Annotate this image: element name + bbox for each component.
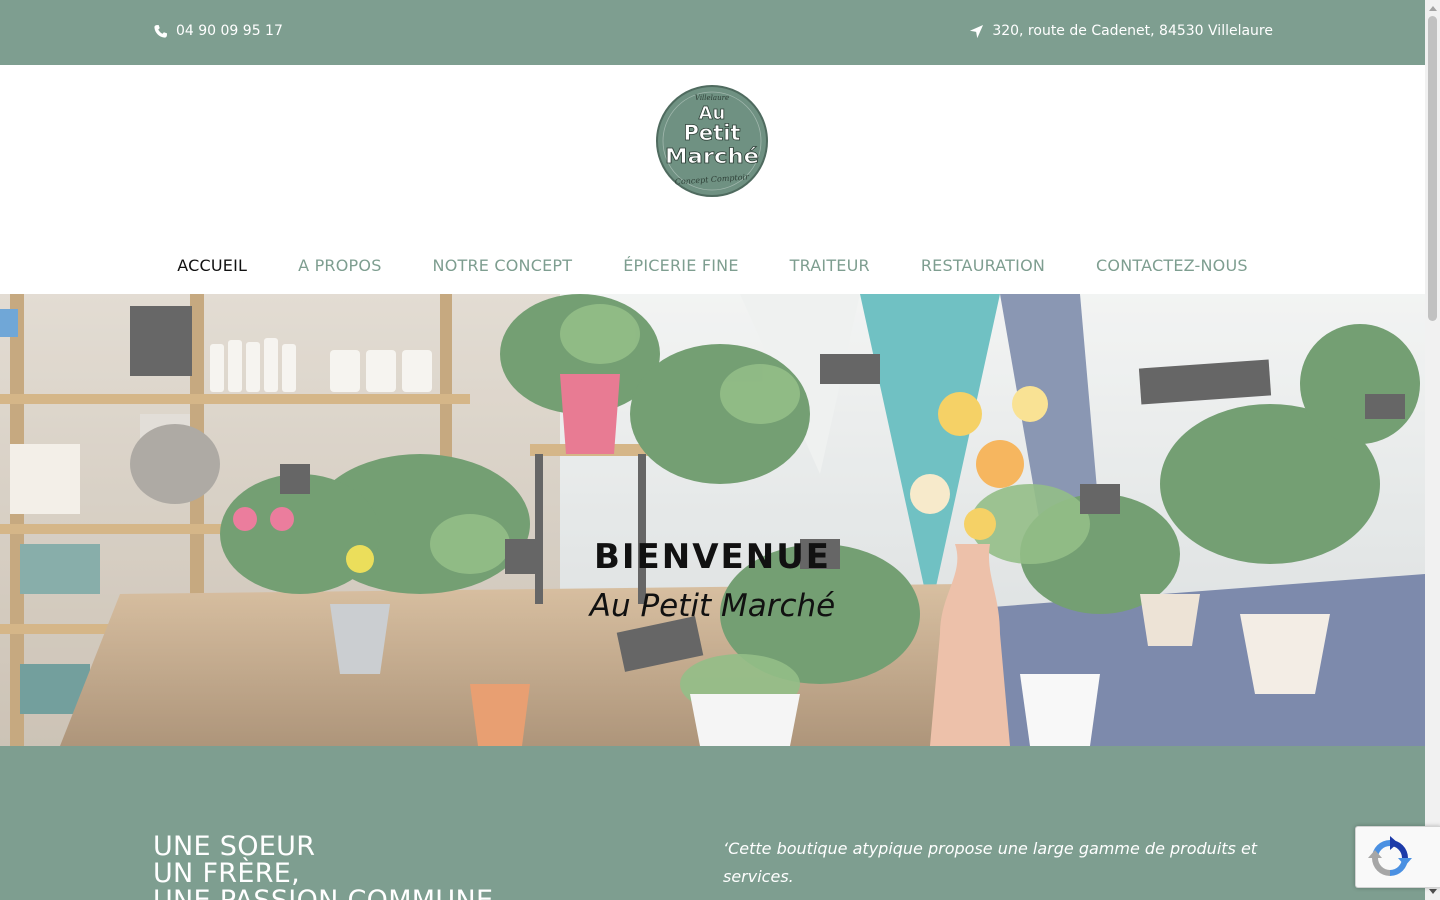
hero-overlay <box>0 294 1425 746</box>
intro-heading-line: UNE SOEUR <box>153 831 316 862</box>
nav-item-traiteur[interactable]: TRAITEUR <box>764 256 895 275</box>
address-text: 320, route de Cadenet, 84530 Villelaure <box>992 23 1273 39</box>
intro-heading-line: UN FRÈRE, <box>153 858 300 889</box>
intro-quote-line: services. <box>723 867 794 886</box>
main-navigation: ACCUEIL A PROPOS NOTRE CONCEPT ÉPICERIE … <box>0 245 1425 285</box>
logo[interactable]: Villelaure Au Petit Marché Concept Compt… <box>655 84 769 198</box>
svg-text:Marché: Marché <box>665 144 759 168</box>
scrollbar-thumb[interactable] <box>1428 16 1437 321</box>
scroll-up-arrow-icon[interactable] <box>1429 6 1437 11</box>
phone-contact[interactable]: 04 90 09 95 17 <box>153 23 283 39</box>
intro-section: UNE SOEUR UN FRÈRE, UNE PASSION COMMUNE … <box>0 746 1425 900</box>
nav-item-notre-concept[interactable]: NOTRE CONCEPT <box>407 256 598 275</box>
hero-banner: BIENVENUE Au Petit Marché <box>0 294 1425 746</box>
hero-title: BIENVENUE <box>593 537 832 577</box>
scroll-down-arrow-icon[interactable] <box>1429 889 1437 894</box>
page-scrollbar[interactable] <box>1425 0 1440 900</box>
nav-item-restauration[interactable]: RESTAURATION <box>895 256 1070 275</box>
recaptcha-badge[interactable] <box>1355 826 1440 888</box>
intro-quote: ‘Cette boutique atypique propose une lar… <box>723 835 1283 891</box>
location-arrow-icon <box>969 24 984 39</box>
intro-heading: UNE SOEUR UN FRÈRE, UNE PASSION COMMUNE <box>153 833 493 900</box>
address-contact[interactable]: 320, route de Cadenet, 84530 Villelaure <box>969 23 1273 39</box>
intro-quote-line: ‘Cette boutique atypique propose une lar… <box>723 839 1258 858</box>
intro-heading-line: UNE PASSION COMMUNE <box>153 887 493 900</box>
svg-text:Villelaure: Villelaure <box>695 94 729 102</box>
svg-text:Petit: Petit <box>684 121 741 145</box>
nav-item-a-propos[interactable]: A PROPOS <box>273 256 407 275</box>
hero-subtitle: Au Petit Marché <box>589 588 836 624</box>
top-info-bar: 04 90 09 95 17 320, route de Cadenet, 84… <box>0 0 1425 65</box>
phone-icon <box>153 24 168 39</box>
site-header: Villelaure Au Petit Marché Concept Compt… <box>0 65 1425 294</box>
nav-item-epicerie-fine[interactable]: ÉPICERIE FINE <box>598 256 764 275</box>
nav-item-contactez-nous[interactable]: CONTACTEZ-NOUS <box>1071 256 1274 275</box>
nav-item-accueil[interactable]: ACCUEIL <box>152 256 273 275</box>
page: 04 90 09 95 17 320, route de Cadenet, 84… <box>0 0 1425 900</box>
phone-number: 04 90 09 95 17 <box>176 23 283 39</box>
